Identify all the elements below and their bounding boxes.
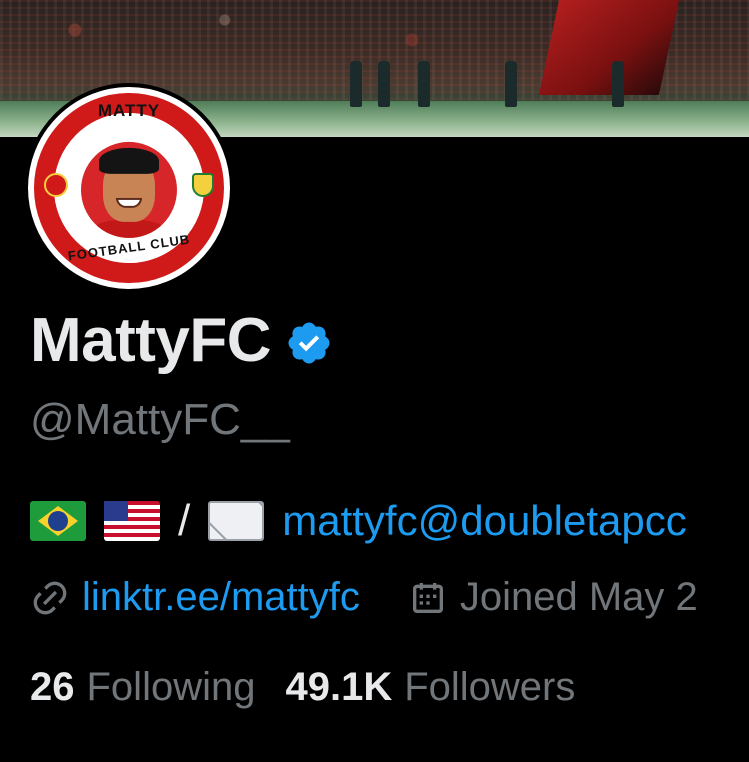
banner-player	[378, 61, 390, 107]
banner-player	[505, 61, 517, 107]
following-count[interactable]: 26	[30, 665, 75, 710]
joined-date: Joined May 2	[459, 575, 698, 619]
envelope-icon	[208, 501, 265, 541]
avatar-portrait	[81, 141, 177, 238]
display-name-row: MattyFC	[30, 305, 333, 376]
banner-player	[612, 61, 624, 107]
profile-meta: linktr.ee/mattyfc Joined May 2	[30, 575, 698, 620]
banner-player	[350, 61, 362, 107]
verified-badge-icon[interactable]	[285, 319, 333, 367]
display-name: MattyFC	[30, 306, 272, 375]
profile-bio: / mattyfc@doubletapcc	[30, 496, 687, 546]
flag-brazil-icon	[30, 501, 86, 541]
club-crest-icon	[44, 173, 68, 197]
profile-handle: @MattyFC__	[30, 395, 290, 444]
avatar-logo-text-top: MATTY	[97, 101, 161, 120]
brazil-crest-icon	[192, 173, 214, 197]
calendar-icon	[412, 582, 443, 613]
banner-flag	[538, 0, 680, 95]
bio-separator: /	[178, 496, 191, 545]
flag-usa-icon	[104, 501, 160, 541]
link-icon	[33, 581, 67, 614]
profile-website-link[interactable]: linktr.ee/mattyfc	[82, 575, 360, 620]
avatar-logo: MATTY FOOTBALL CLUB	[28, 87, 230, 289]
followers-count[interactable]: 49.1K	[285, 665, 392, 710]
bio-email-link[interactable]: mattyfc@doubletapcc	[282, 497, 687, 545]
followers-label[interactable]: Followers	[404, 665, 575, 710]
avatar-hair	[99, 147, 159, 174]
profile-stats: 26 Following 49.1K Followers	[30, 665, 605, 710]
profile-avatar[interactable]: MATTY FOOTBALL CLUB	[24, 83, 234, 293]
banner-player	[418, 61, 430, 107]
following-label[interactable]: Following	[87, 665, 256, 710]
